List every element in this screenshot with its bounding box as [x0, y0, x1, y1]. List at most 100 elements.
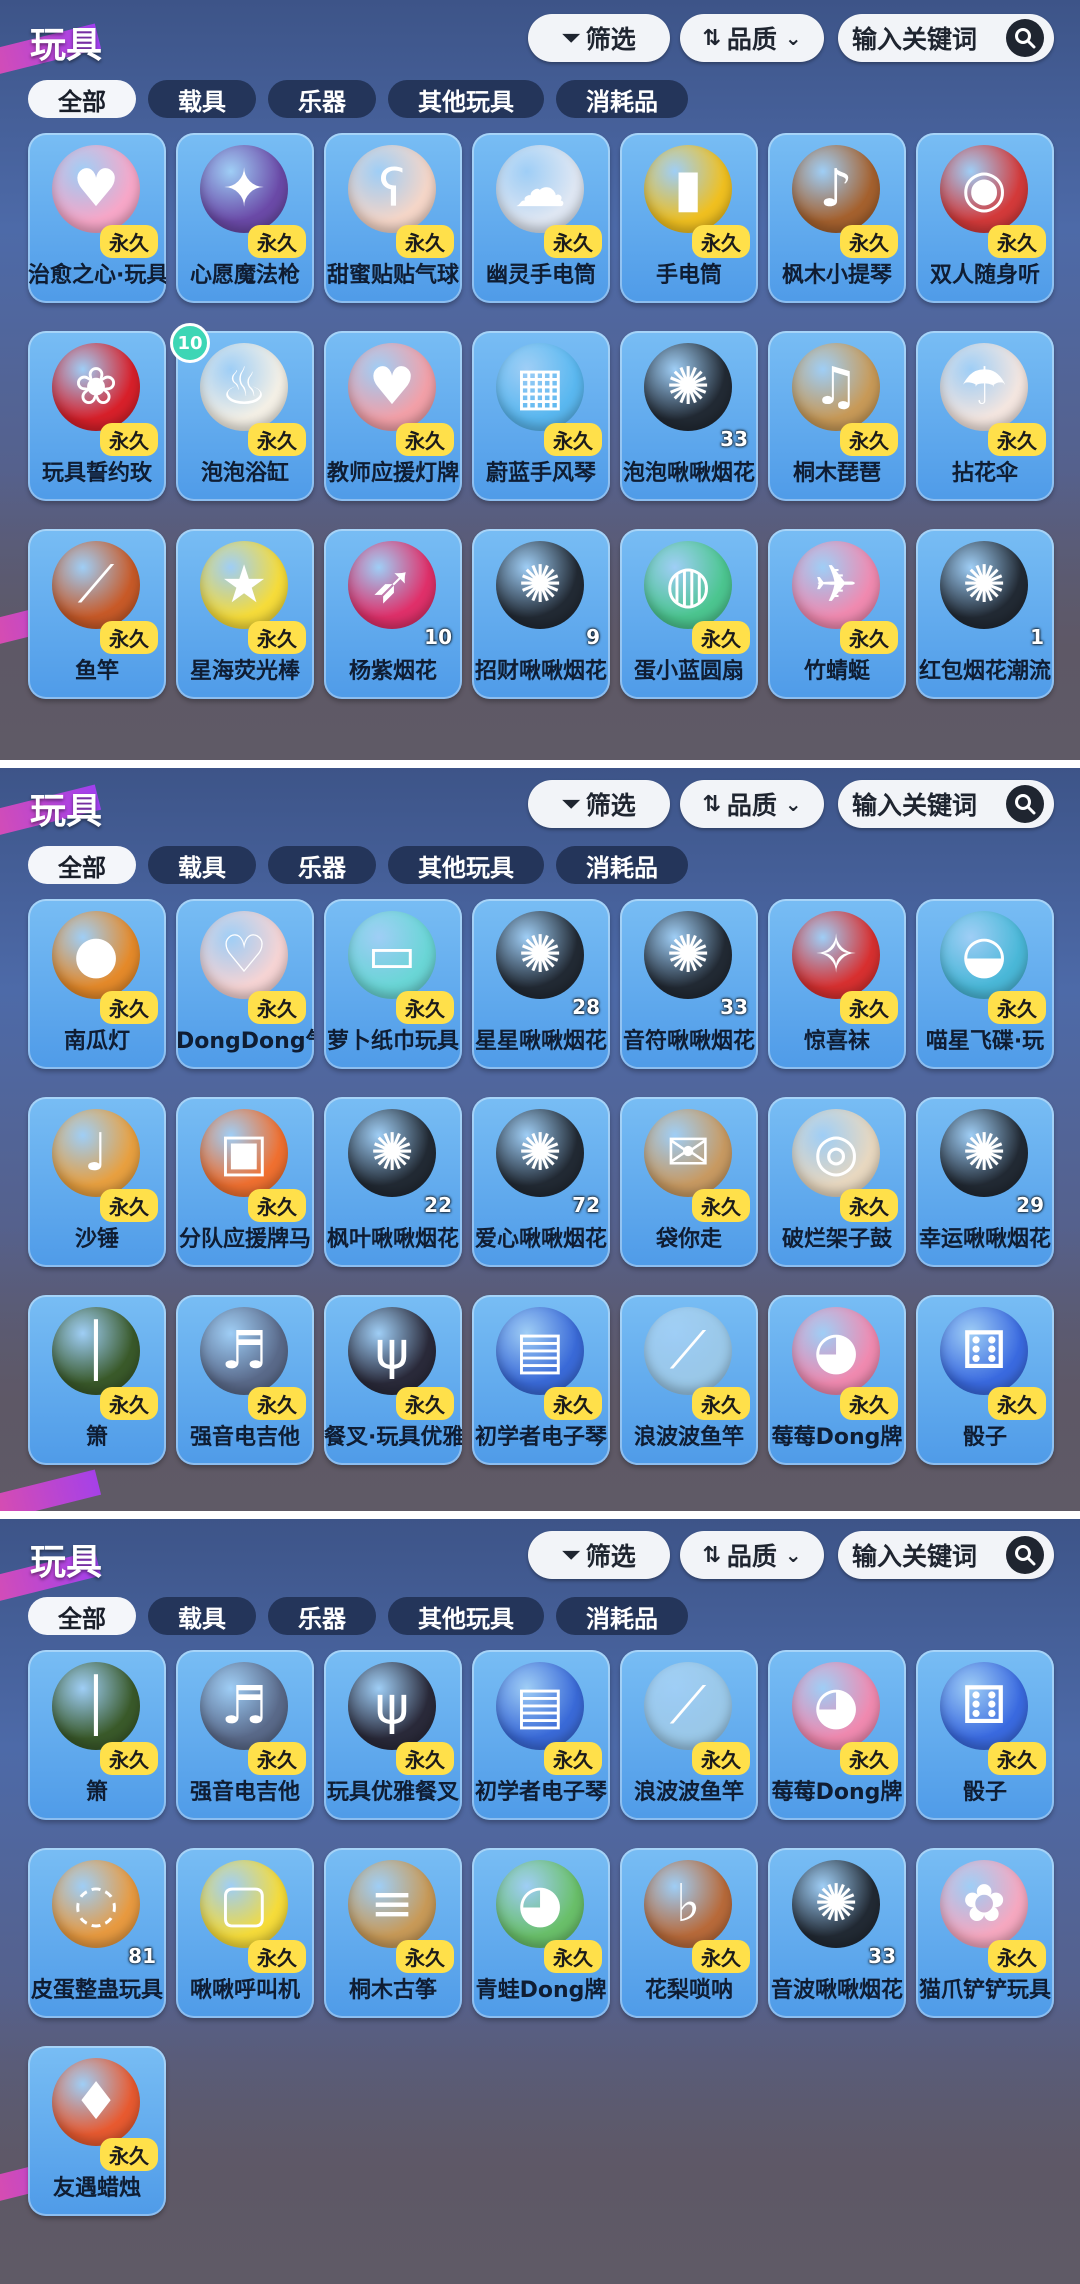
tab-3[interactable]: 其他玩具	[388, 80, 544, 118]
item-name: 浪波波鱼竿	[633, 1780, 744, 1805]
item-card[interactable]: ✺ 1 红包烟花潮流	[916, 529, 1054, 699]
search-input[interactable]: 输入关键词	[838, 14, 1054, 62]
item-card[interactable]: ★ 永久 星海荧光棒	[176, 529, 314, 699]
item-name: DongDong气球	[176, 1029, 314, 1054]
item-card[interactable]: ◎ 永久 破烂架子鼓	[768, 1097, 906, 1267]
item-slot: │ 永久箫	[28, 1650, 166, 1820]
item-card[interactable]: ⟋ 永久 鱼竿	[28, 529, 166, 699]
tab-4[interactable]: 消耗品	[556, 80, 688, 118]
item-card[interactable]: ♦ 永久 友遇蜡烛	[28, 2046, 166, 2216]
permanent-badge: 永久	[248, 1189, 306, 1222]
item-card[interactable]: ➶ 10 杨紫烟花	[324, 529, 462, 699]
item-card[interactable]: │ 永久箫	[28, 1650, 166, 1820]
tab-3[interactable]: 其他玩具	[388, 1597, 544, 1635]
item-card[interactable]: ◍ 永久 蛋小蓝圆扇	[620, 529, 758, 699]
tab-0[interactable]: 全部	[28, 1597, 136, 1635]
item-card[interactable]: ✺ 33 音波啾啾烟花	[768, 1848, 906, 2018]
item-card[interactable]: ▦ 永久 蔚蓝手风琴	[472, 331, 610, 501]
item-name: 分队应援牌马	[178, 1227, 311, 1252]
item-card[interactable]: ψ 永久 餐叉·玩具优雅	[324, 1295, 462, 1465]
search-icon[interactable]	[1006, 1536, 1044, 1574]
item-name: 莓莓Dong牌	[771, 1780, 903, 1805]
quality-sort-dropdown[interactable]: ⇅ 品质 ⌄	[680, 14, 824, 62]
dong-sign-icon: ◕	[496, 1860, 584, 1948]
item-card[interactable]: ♥ 永久 治愈之心·玩具	[28, 133, 166, 303]
quality-sort-dropdown[interactable]: ⇅ 品质 ⌄	[680, 780, 824, 828]
item-card[interactable]: ♭ 永久 花梨唢呐	[620, 1848, 758, 2018]
item-card[interactable]: ♬ 永久 强音电吉他	[176, 1650, 314, 1820]
tab-2[interactable]: 乐器	[268, 846, 376, 884]
item-card[interactable]: ▤ 永久 初学者电子琴	[472, 1295, 610, 1465]
item-card[interactable]: ✺ 22 枫叶啾啾烟花	[324, 1097, 462, 1267]
permanent-badge: 永久	[692, 1940, 750, 1973]
item-slot: ✧ 永久 惊喜袜	[768, 899, 906, 1069]
item-card[interactable]: ⚅ 永久 骰子	[916, 1650, 1054, 1820]
item-card[interactable]: ◉ 永久 双人随身听	[916, 133, 1054, 303]
item-card[interactable]: ◌ 81 皮蛋整蛊玩具	[28, 1848, 166, 2018]
item-card[interactable]: ♪ 永久 枫木小提琴	[768, 133, 906, 303]
filter-button[interactable]: ⏷ 筛选	[528, 780, 670, 828]
item-card[interactable]: ▤ 永久 初学者电子琴	[472, 1650, 610, 1820]
item-card[interactable]: ⚅ 永久 骰子	[916, 1295, 1054, 1465]
item-name: 骰子	[962, 1780, 1007, 1805]
search-icon[interactable]	[1006, 785, 1044, 823]
item-card[interactable]: ≡ 永久 桐木古筝	[324, 1848, 462, 2018]
item-card[interactable]: ✺ 29 幸运啾啾烟花	[916, 1097, 1054, 1267]
tab-2[interactable]: 乐器	[268, 1597, 376, 1635]
item-card[interactable]: │ 永久箫	[28, 1295, 166, 1465]
item-card[interactable]: ♡永久 DongDong气球	[176, 899, 314, 1069]
search-input[interactable]: 输入关键词	[838, 1531, 1054, 1579]
item-card[interactable]: ◒ 永久 喵星飞碟·玩	[916, 899, 1054, 1069]
item-name: 双人随身听	[929, 263, 1040, 288]
item-card[interactable]: ♫ 永久 桐木琵琶	[768, 331, 906, 501]
item-card[interactable]: ψ 永久 玩具优雅餐叉	[324, 1650, 462, 1820]
tab-3[interactable]: 其他玩具	[388, 846, 544, 884]
item-card[interactable]: ⟋ 永久 浪波波鱼竿	[620, 1295, 758, 1465]
bear-balloon-icon: ʕ	[348, 145, 436, 233]
filter-button[interactable]: ⏷ 筛选	[528, 14, 670, 62]
item-card[interactable]: ▣ 永久 分队应援牌马	[176, 1097, 314, 1267]
item-name: 枫木小提琴	[781, 263, 892, 288]
search-icon[interactable]	[1006, 19, 1044, 57]
item-card[interactable]: ▮ 永久 手电筒	[620, 133, 758, 303]
item-card[interactable]: ◕ 永久 莓莓Dong牌	[768, 1650, 906, 1820]
item-name: 红包烟花潮流	[918, 659, 1051, 684]
item-card[interactable]: ♬ 永久 强音电吉他	[176, 1295, 314, 1465]
item-card[interactable]: ♥ 永久 教师应援灯牌	[324, 331, 462, 501]
item-card[interactable]: ✈ 永久 竹蜻蜓	[768, 529, 906, 699]
item-card[interactable]: ✉ 永久 袋你走	[620, 1097, 758, 1267]
item-card[interactable]: ❀ 永久 玩具誓约玫	[28, 331, 166, 501]
item-card[interactable]: ⟋ 永久 浪波波鱼竿	[620, 1650, 758, 1820]
item-slot: ⚅ 永久 骰子	[916, 1295, 1054, 1465]
filter-button[interactable]: ⏷ 筛选	[528, 1531, 670, 1579]
item-slot: ♦ 永久 友遇蜡烛	[28, 2046, 166, 2216]
item-card[interactable]: ♩ 永久 沙锤	[28, 1097, 166, 1267]
item-card[interactable]: ʕ 永久 甜蜜贴贴气球	[324, 133, 462, 303]
item-card[interactable]: ● 永久 南瓜灯	[28, 899, 166, 1069]
tab-1[interactable]: 载具	[148, 80, 256, 118]
item-card[interactable]: ☂ 永久 拈花伞	[916, 331, 1054, 501]
tab-1[interactable]: 载具	[148, 1597, 256, 1635]
item-card[interactable]: ✺ 9 招财啾啾烟花	[472, 529, 610, 699]
tab-4[interactable]: 消耗品	[556, 846, 688, 884]
item-card[interactable]: ✺ 28 星星啾啾烟花	[472, 899, 610, 1069]
item-card[interactable]: ✺ 72 爱心啾啾烟花	[472, 1097, 610, 1267]
item-card[interactable]: ◕ 永久 青蛙Dong牌	[472, 1848, 610, 2018]
search-input[interactable]: 输入关键词	[838, 780, 1054, 828]
quality-sort-dropdown[interactable]: ⇅ 品质 ⌄	[680, 1531, 824, 1579]
item-card[interactable]: ✿ 永久 猫爪铲铲玩具	[916, 1848, 1054, 2018]
tab-1[interactable]: 载具	[148, 846, 256, 884]
item-card[interactable]: ✺ 33 泡泡啾啾烟花	[620, 331, 758, 501]
permanent-badge: 永久	[692, 1742, 750, 1775]
tab-4[interactable]: 消耗品	[556, 1597, 688, 1635]
item-card[interactable]: ◕ 永久 莓莓Dong牌	[768, 1295, 906, 1465]
item-card[interactable]: ✧ 永久 惊喜袜	[768, 899, 906, 1069]
tab-0[interactable]: 全部	[28, 80, 136, 118]
item-card[interactable]: ✺ 33 音符啾啾烟花	[620, 899, 758, 1069]
item-card[interactable]: ✦ 永久 心愿魔法枪	[176, 133, 314, 303]
item-card[interactable]: ▢ 永久 啾啾呼叫机	[176, 1848, 314, 2018]
tab-2[interactable]: 乐器	[268, 80, 376, 118]
item-card[interactable]: ▭ 永久 萝卜纸巾玩具	[324, 899, 462, 1069]
item-card[interactable]: ☁ 永久 幽灵手电筒	[472, 133, 610, 303]
tab-0[interactable]: 全部	[28, 846, 136, 884]
